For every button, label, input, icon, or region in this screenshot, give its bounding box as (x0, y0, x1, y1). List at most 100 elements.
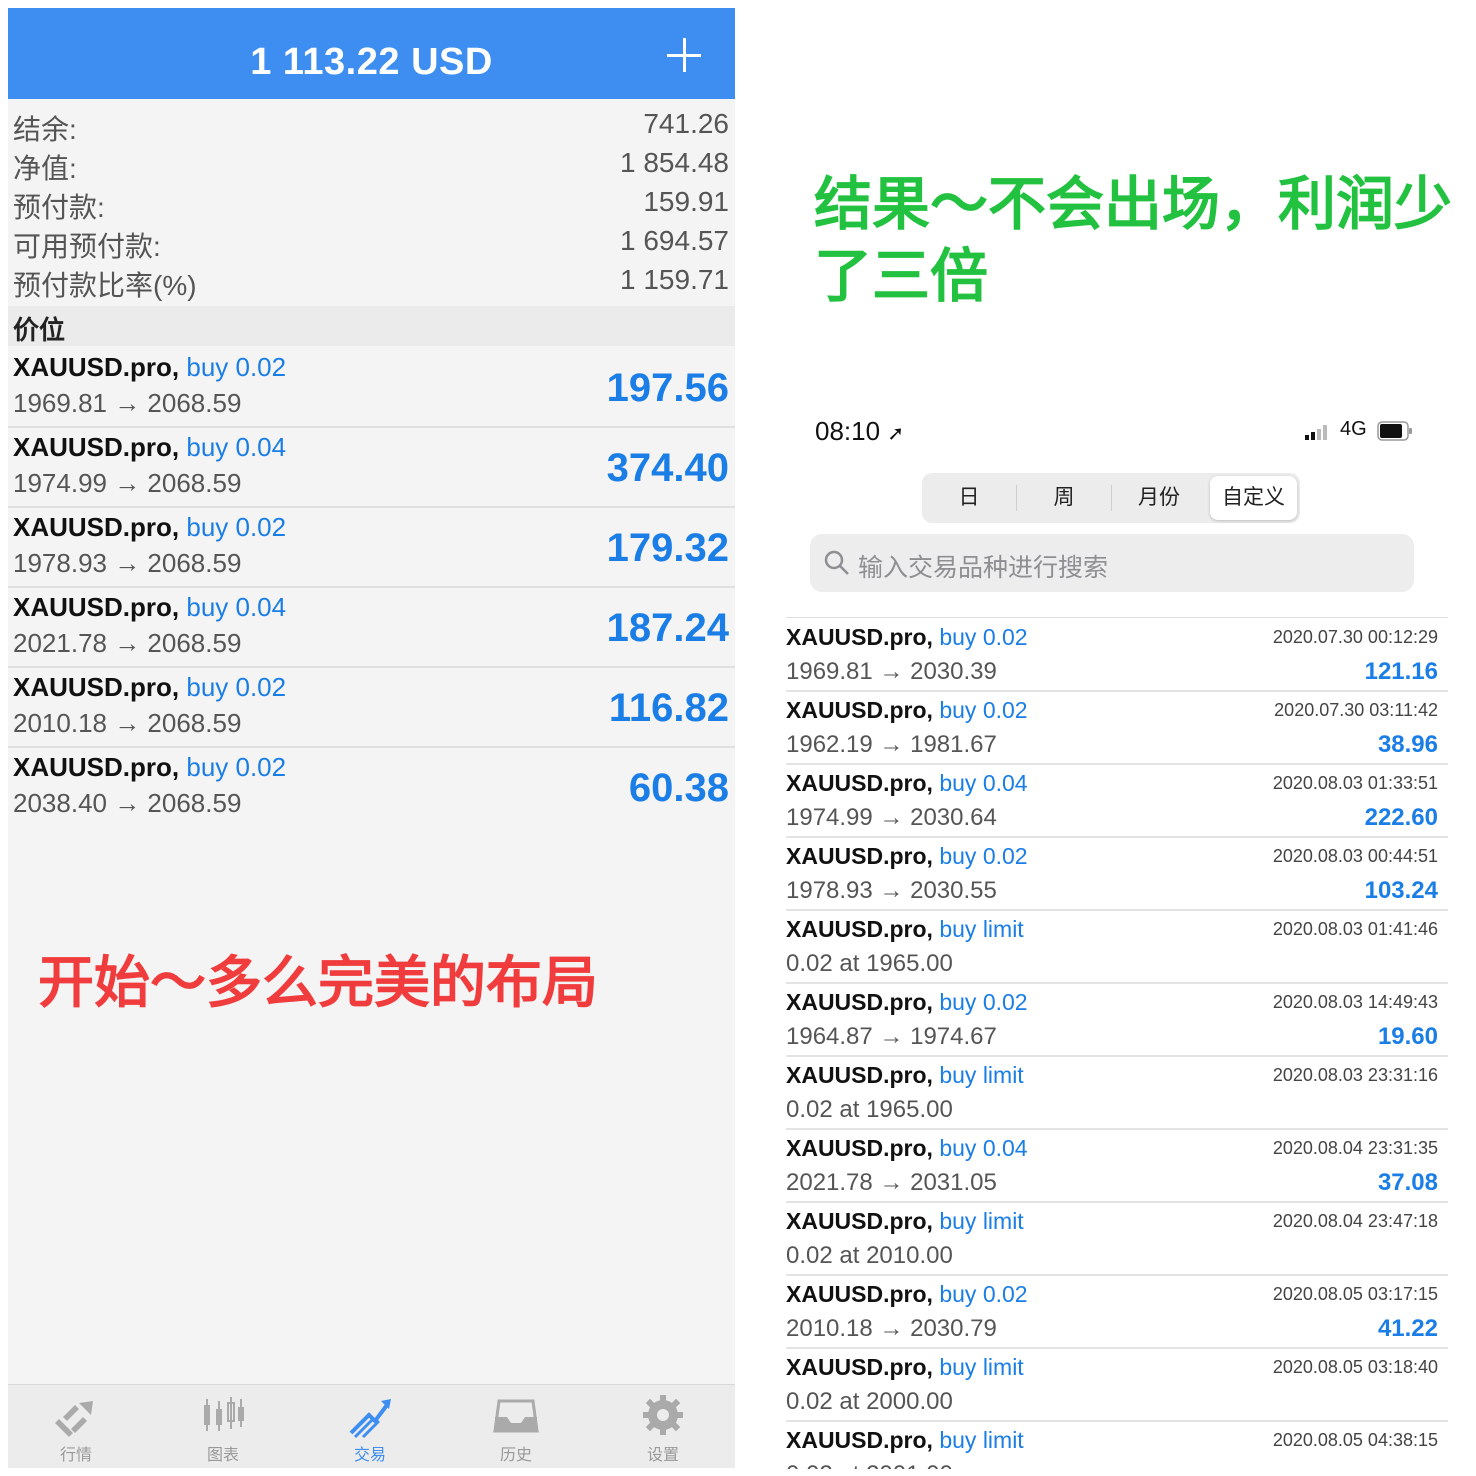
summary-row-margin-level: 预付款比率(%) 1 159.71 (13, 264, 729, 302)
history-detail: 0.02 at 2010.00 (786, 1242, 953, 1269)
summary-value: 1 159.71 (620, 264, 729, 295)
position-side: buy 0.02 (186, 672, 287, 702)
history-detail: 0.02 at 2001.00 (786, 1461, 953, 1469)
summary-value: 1 694.57 (620, 225, 729, 256)
summary-value: 741.26 (643, 108, 729, 139)
summary-value: 159.91 (643, 186, 729, 217)
position-row[interactable]: XAUUSD.pro, buy 0.02 1978.93 → 2068.59 1… (8, 506, 735, 588)
annotation-result: 结果～不会出场，利润少 了三倍 (814, 168, 1464, 312)
history-side: buy 0.02 (939, 989, 1028, 1015)
history-row[interactable]: XAUUSD.pro, buy 0.04 2021.78 → 2031.05 2… (786, 1129, 1448, 1203)
segment-custom[interactable]: 自定义 (1210, 476, 1297, 520)
annotation-line: 了三倍 (814, 242, 989, 310)
history-time: 2020.08.05 04:38:15 (1272, 1430, 1438, 1450)
tab-quotes[interactable]: 行情 (16, 1393, 136, 1467)
history-row[interactable]: XAUUSD.pro, buy limit 0.02 at 2010.00 20… (786, 1202, 1448, 1276)
summary-label: 可用预付款: (13, 231, 161, 262)
summary-row-balance: 结余: 741.26 (13, 108, 729, 146)
position-profit: 179.32 (606, 526, 729, 570)
tab-label: 交易 (353, 1447, 386, 1464)
balance-header: 1 113.22 USD (8, 8, 735, 99)
history-time: 2020.08.05 03:18:40 (1272, 1357, 1438, 1377)
position-row[interactable]: XAUUSD.pro, buy 0.04 2021.78 → 2068.59 1… (8, 586, 735, 668)
history-symbol: XAUUSD.pro, (786, 624, 933, 650)
history-detail: 1969.81 → 2030.39 (786, 658, 997, 685)
history-side: buy 0.04 (939, 770, 1028, 796)
tab-chart[interactable]: 图表 (163, 1393, 283, 1467)
history-row[interactable]: XAUUSD.pro, buy limit 0.02 at 2000.00 20… (786, 1348, 1448, 1422)
history-row[interactable]: XAUUSD.pro, buy 0.02 1964.87 → 1974.67 2… (786, 983, 1448, 1057)
history-symbol: XAUUSD.pro, (786, 1135, 933, 1161)
history-symbol: XAUUSD.pro, (786, 697, 933, 723)
summary-value: 1 854.48 (620, 147, 729, 178)
history-detail: 0.02 at 2000.00 (786, 1388, 953, 1415)
status-time: 08:10 ➚ (815, 416, 904, 447)
chart-icon (204, 1397, 244, 1431)
summary-label: 预付款: (13, 192, 105, 223)
period-segmented-control: 日 周 月份 自定义 (922, 473, 1300, 523)
position-symbol: XAUUSD.pro, (13, 752, 180, 782)
position-side: buy 0.04 (186, 432, 287, 462)
history-row[interactable]: XAUUSD.pro, buy limit 0.02 at 2001.00 20… (786, 1421, 1448, 1469)
segment-month[interactable]: 月份 (1112, 473, 1206, 523)
position-row[interactable]: XAUUSD.pro, buy 0.02 2038.40 → 2068.59 6… (8, 746, 735, 826)
history-time: 2020.08.04 23:31:35 (1272, 1138, 1438, 1158)
history-side: buy 0.04 (939, 1135, 1028, 1161)
history-profit: 37.08 (1377, 1169, 1438, 1196)
summary-row-margin: 预付款: 159.91 (13, 186, 729, 224)
position-prices: 2010.18 → 2068.59 (13, 708, 242, 738)
summary-label: 预付款比率(%) (13, 270, 197, 301)
history-detail: 2010.18 → 2030.79 (786, 1315, 997, 1342)
section-title: 价位 (13, 315, 66, 345)
history-side: buy 0.02 (939, 697, 1028, 723)
position-row[interactable]: XAUUSD.pro, buy 0.02 2010.18 → 2068.59 1… (8, 666, 735, 748)
history-row[interactable]: XAUUSD.pro, buy 0.02 1978.93 → 2030.55 2… (786, 837, 1448, 911)
history-profit: 19.60 (1377, 1023, 1438, 1050)
position-side: buy 0.02 (186, 352, 287, 382)
history-time: 2020.08.03 00:44:51 (1272, 846, 1438, 866)
position-side: buy 0.04 (186, 592, 287, 622)
history-row[interactable]: XAUUSD.pro, buy 0.02 1969.81 → 2030.39 2… (786, 618, 1448, 692)
position-row[interactable]: XAUUSD.pro, buy 0.04 1974.99 → 2068.59 3… (8, 426, 735, 508)
history-detail: 0.02 at 1965.00 (786, 950, 953, 977)
history-symbol: XAUUSD.pro, (786, 916, 933, 942)
tab-label: 设置 (646, 1447, 679, 1464)
settings-icon (643, 1395, 683, 1435)
history-row[interactable]: XAUUSD.pro, buy limit 0.02 at 1965.00 20… (786, 910, 1448, 984)
history-detail: 2021.78 → 2031.05 (786, 1169, 997, 1196)
history-row[interactable]: XAUUSD.pro, buy 0.02 2010.18 → 2030.79 2… (786, 1275, 1448, 1349)
summary-label: 净值: (13, 153, 77, 184)
history-profit: 41.22 (1377, 1315, 1438, 1342)
bottom-tab-bar: 行情 图表 交易 历史 设置 (8, 1384, 735, 1468)
balance-title: 1 113.22 USD (250, 41, 493, 83)
position-profit: 374.40 (606, 446, 729, 490)
history-profit: 222.60 (1364, 804, 1438, 831)
history-time: 2020.08.03 14:49:43 (1272, 992, 1438, 1012)
tab-settings[interactable]: 设置 (603, 1393, 723, 1467)
position-symbol: XAUUSD.pro, (13, 592, 180, 622)
history-side: buy 0.02 (939, 624, 1028, 650)
plus-icon[interactable] (667, 38, 701, 72)
position-row[interactable]: XAUUSD.pro, buy 0.02 1969.81 → 2068.59 1… (8, 346, 735, 428)
segment-day[interactable]: 日 (922, 473, 1016, 523)
tab-trade[interactable]: 交易 (310, 1393, 430, 1467)
segment-week[interactable]: 周 (1017, 473, 1111, 523)
position-profit: 187.24 (606, 606, 729, 650)
quotes-icon (55, 1401, 93, 1437)
history-symbol: XAUUSD.pro, (786, 770, 933, 796)
summary-label: 结余: (13, 114, 77, 145)
history-time: 2020.08.03 01:33:51 (1272, 773, 1438, 793)
position-prices: 1974.99 → 2068.59 (13, 468, 242, 498)
position-symbol: XAUUSD.pro, (13, 512, 180, 542)
position-prices: 2021.78 → 2068.59 (13, 628, 242, 658)
tab-history[interactable]: 历史 (456, 1393, 576, 1467)
history-row[interactable]: XAUUSD.pro, buy 0.02 1962.19 → 1981.67 2… (786, 691, 1448, 765)
history-row[interactable]: XAUUSD.pro, buy limit 0.02 at 1965.00 20… (786, 1056, 1448, 1130)
history-list[interactable]: XAUUSD.pro, buy 0.02 1969.81 → 2030.39 2… (786, 617, 1448, 1469)
history-profit: 103.24 (1364, 877, 1438, 904)
position-profit: 197.56 (606, 366, 729, 410)
symbol-search-input[interactable]: 输入交易品种进行搜索 (810, 534, 1414, 592)
history-symbol: XAUUSD.pro, (786, 1062, 933, 1088)
history-row[interactable]: XAUUSD.pro, buy 0.04 1974.99 → 2030.64 2… (786, 764, 1448, 838)
position-prices: 1969.81 → 2068.59 (13, 388, 242, 418)
